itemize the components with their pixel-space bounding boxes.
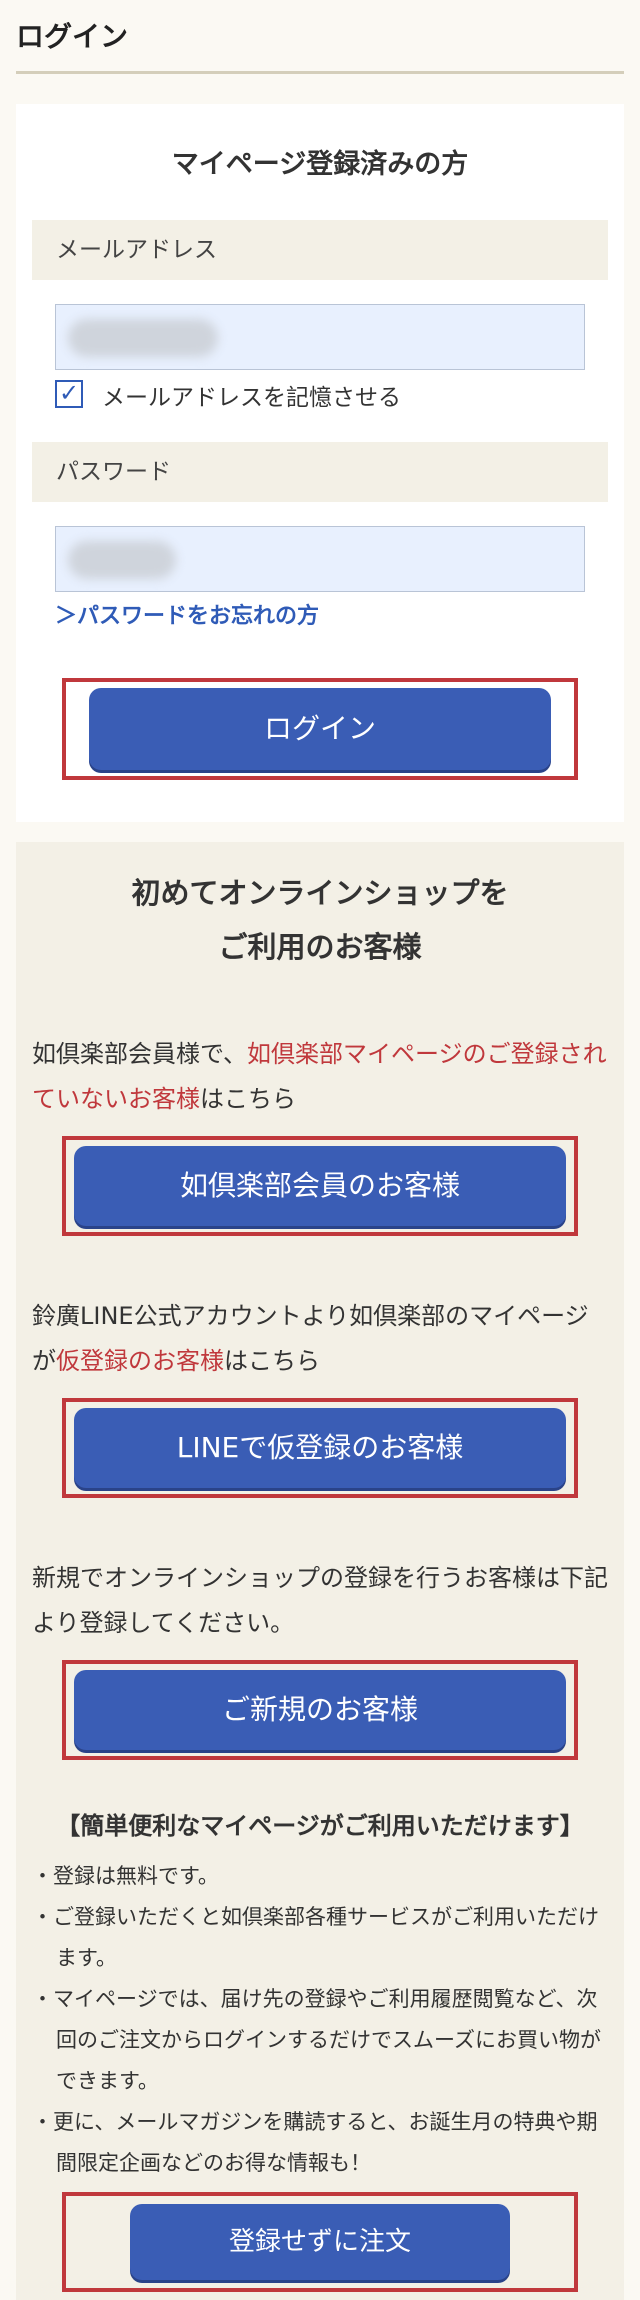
benefits-list: ・登録は無料です。 ・ご登録いただくと如倶楽部各種サービスがご利用いただけます。… <box>32 1856 612 2184</box>
member-description: 如倶楽部会員様で、如倶楽部マイページのご登録されていないお客様はこちら <box>32 1032 608 1122</box>
password-label: パスワード <box>32 442 608 502</box>
new-customer-heading-line1: 初めてオンラインショップを <box>131 876 509 910</box>
remember-email-checkbox[interactable]: ✓ <box>55 380 83 408</box>
email-label: メールアドレス <box>32 220 608 280</box>
line-button[interactable]: LINEで仮登録のお客様 <box>74 1408 566 1488</box>
password-input[interactable] <box>55 526 585 592</box>
list-item: ・更に、メールマガジンを購読すると、お誕生月の特典や期間限定企画などのお得な情報… <box>32 2110 598 2175</box>
login-heading: マイページ登録済みの方 <box>171 149 469 180</box>
forgot-password-link[interactable]: ＞パスワードをお忘れの方 <box>55 598 319 630</box>
member-text-after: はこちら <box>200 1085 296 1113</box>
line-text-after: はこちら <box>224 1347 320 1375</box>
guest-order-button[interactable]: 登録せずに注文 <box>130 2204 510 2280</box>
list-item: ・登録は無料です。 <box>32 1864 219 1888</box>
list-item: ・ご登録いただくと如倶楽部各種サービスがご利用いただけます。 <box>32 1905 599 1970</box>
list-item: ・マイページでは、届け先の登録やご利用履歴閲覧など、次回のご注文からログインする… <box>32 1987 601 2093</box>
new-description: 新規でオンラインショップの登録を行うお客様は下記より登録してください。 <box>32 1564 608 1637</box>
new-customer-section: 初めてオンラインショップを ご利用のお客様 如倶楽部会員様で、如倶楽部マイページ… <box>16 842 624 2300</box>
benefits-heading: 【簡単便利なマイページがご利用いただけます】 <box>56 1812 584 1840</box>
page-title: ログイン <box>16 0 624 74</box>
login-card: マイページ登録済みの方 メールアドレス ✓ メールアドレスを記憶させる パスワー… <box>16 104 624 822</box>
masked-password-value <box>68 541 176 579</box>
masked-email-value <box>68 319 218 357</box>
email-input[interactable] <box>55 304 585 370</box>
new-customer-button[interactable]: ご新規のお客様 <box>74 1670 566 1750</box>
line-text-highlight: 仮登録のお客様 <box>56 1347 224 1375</box>
remember-email-label: メールアドレスを記憶させる <box>102 385 401 411</box>
new-customer-heading-line2: ご利用のお客様 <box>218 930 422 964</box>
member-button[interactable]: 如倶楽部会員のお客様 <box>74 1146 566 1226</box>
member-text-before: 如倶楽部会員様で、 <box>32 1040 248 1068</box>
login-button[interactable]: ログイン <box>89 688 551 770</box>
line-description: 鈴廣LINE公式アカウントより如倶楽部のマイページが仮登録のお客様はこちら <box>32 1294 608 1384</box>
